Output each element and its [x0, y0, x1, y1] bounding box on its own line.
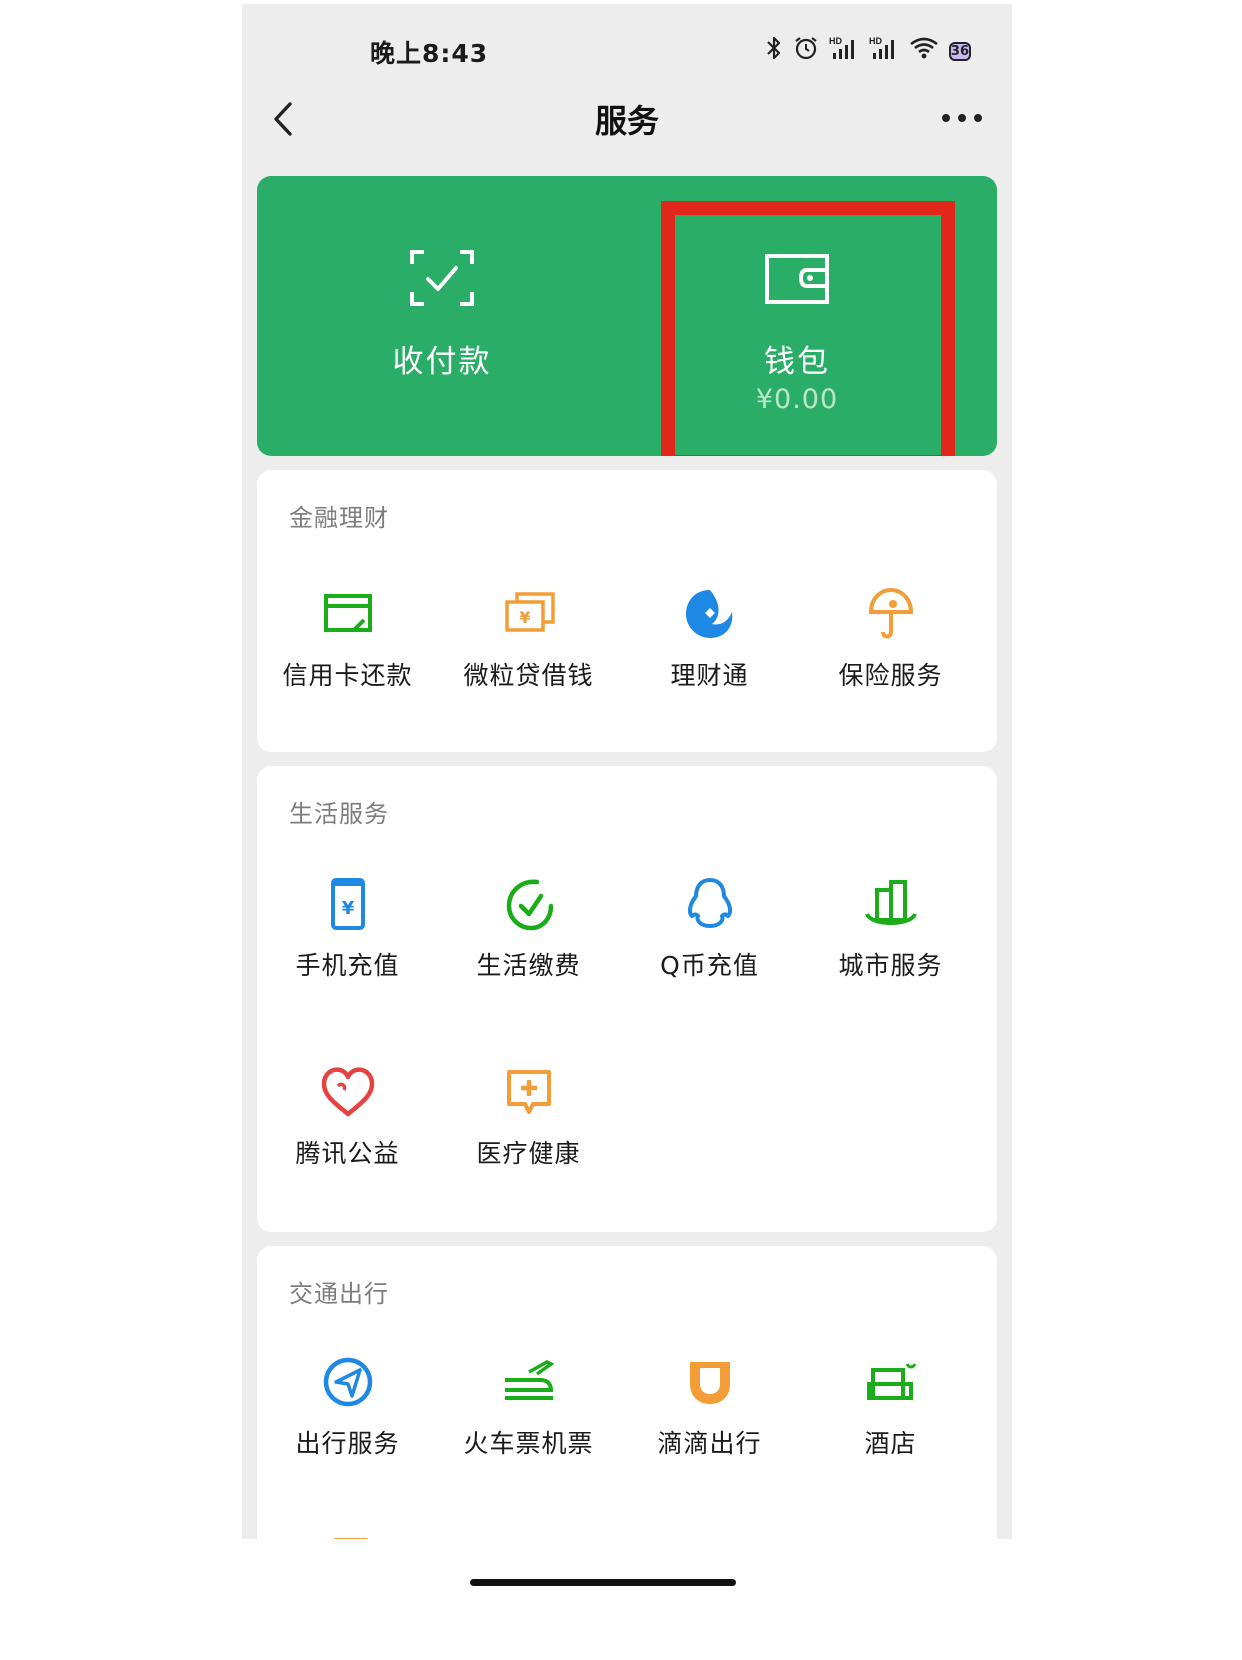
- phone-screen: 晚上8:43 HD HD 36 服务 收付款 钱包 ¥0.00 金融理财 信用卡…: [242, 4, 1012, 1656]
- wallet-highlight-box: [661, 201, 955, 456]
- item-label: 医疗健康: [476, 1139, 581, 1168]
- item-label: 火车票机票: [463, 1429, 594, 1458]
- home-indicator[interactable]: [470, 1579, 736, 1586]
- more-button[interactable]: [934, 98, 990, 138]
- item-label: 保险服务: [838, 661, 943, 690]
- item-label: 腾讯公益: [295, 1139, 400, 1168]
- alarm-icon: [793, 35, 819, 65]
- page-title: 服务: [594, 102, 659, 140]
- utility-bill-item[interactable]: 生活缴费: [438, 876, 619, 1016]
- credit-card-repay-item[interactable]: 信用卡还款: [257, 586, 438, 726]
- item-label: 酒店: [864, 1429, 917, 1458]
- signal-hd-2-icon: HD: [869, 35, 899, 65]
- item-label: 出行服务: [295, 1429, 400, 1458]
- item-label: Q币充值: [660, 951, 759, 980]
- life-services-section: 生活服务 ¥ 手机充值 生活缴费 Q币充值 城市服务 腾讯公益 医疗健康: [257, 766, 997, 1232]
- insurance-item[interactable]: 保险服务: [800, 586, 981, 726]
- bluetooth-icon: [765, 35, 783, 65]
- credit-card-icon: [323, 594, 372, 632]
- scan-check-icon: [410, 250, 474, 306]
- heart-charity-icon: [321, 1067, 374, 1117]
- medical-health-item[interactable]: 医疗健康: [438, 1064, 619, 1204]
- medical-plus-icon: [506, 1070, 551, 1114]
- svg-text:¥: ¥: [341, 898, 354, 919]
- signal-hd-1-icon: HD: [829, 35, 859, 65]
- item-label: 城市服务: [838, 951, 943, 980]
- more-dots-icon: [942, 114, 982, 122]
- finance-section: 金融理财 信用卡还款 ¥ 微粒贷借钱 理财通 保险服务: [257, 470, 997, 752]
- item-label: 微粒贷借钱: [463, 661, 594, 690]
- bottom-safe-area: [242, 1539, 1012, 1656]
- hotel-item[interactable]: 酒店: [800, 1354, 981, 1494]
- tencent-charity-item[interactable]: 腾讯公益: [257, 1064, 438, 1204]
- nav-bar: 服务: [242, 84, 1012, 154]
- q-coin-recharge-item[interactable]: Q币充值: [619, 876, 800, 1016]
- hotel-bed-icon: [866, 1363, 916, 1400]
- navigation-arrow-icon: [323, 1357, 372, 1407]
- didi-item[interactable]: 滴滴出行: [619, 1354, 800, 1494]
- train-flight-ticket-item[interactable]: 火车票机票: [438, 1354, 619, 1494]
- item-label: 滴滴出行: [657, 1429, 762, 1458]
- status-icons: HD HD 36: [765, 34, 972, 66]
- item-label: 理财通: [670, 661, 749, 690]
- phone-recharge-item[interactable]: ¥ 手机充值: [257, 876, 438, 1016]
- pay-receive-button[interactable]: 收付款: [272, 176, 612, 456]
- battery-level: 36: [948, 41, 971, 61]
- transport-section-title: 交通出行: [289, 1280, 389, 1308]
- payment-hero-card: 收付款 钱包 ¥0.00: [257, 176, 997, 456]
- status-bar: 晚上8:43 HD HD 36: [242, 4, 1012, 94]
- item-label: 信用卡还款: [282, 661, 413, 690]
- train-plane-icon: [504, 1360, 554, 1400]
- city-building-icon: [864, 880, 917, 925]
- umbrella-shield-icon: [868, 587, 913, 639]
- wifi-icon: [909, 35, 939, 65]
- battery-icon: 36: [948, 40, 972, 61]
- weilidai-loan-item[interactable]: ¥ 微粒贷借钱: [438, 586, 619, 726]
- svg-text:¥: ¥: [519, 608, 530, 627]
- didi-icon: [689, 1362, 730, 1404]
- travel-service-item[interactable]: 出行服务: [257, 1354, 438, 1494]
- licaitong-icon: [685, 590, 732, 638]
- money-bills-icon: ¥: [504, 592, 555, 632]
- phone-recharge-icon: ¥: [330, 878, 365, 930]
- licaitong-item[interactable]: 理财通: [619, 586, 800, 726]
- status-time: 晚上8:43: [370, 39, 489, 68]
- qq-penguin-icon: [687, 878, 732, 928]
- svg-text:HD: HD: [829, 36, 842, 46]
- item-label: 生活缴费: [476, 951, 581, 980]
- finance-section-title: 金融理财: [289, 504, 389, 532]
- item-label: 手机充值: [295, 951, 400, 980]
- life-section-title: 生活服务: [289, 800, 389, 828]
- svg-text:HD: HD: [869, 36, 882, 46]
- bill-check-icon: [506, 879, 553, 931]
- pay-receive-label: 收付款: [392, 344, 492, 380]
- city-services-item[interactable]: 城市服务: [800, 876, 981, 1016]
